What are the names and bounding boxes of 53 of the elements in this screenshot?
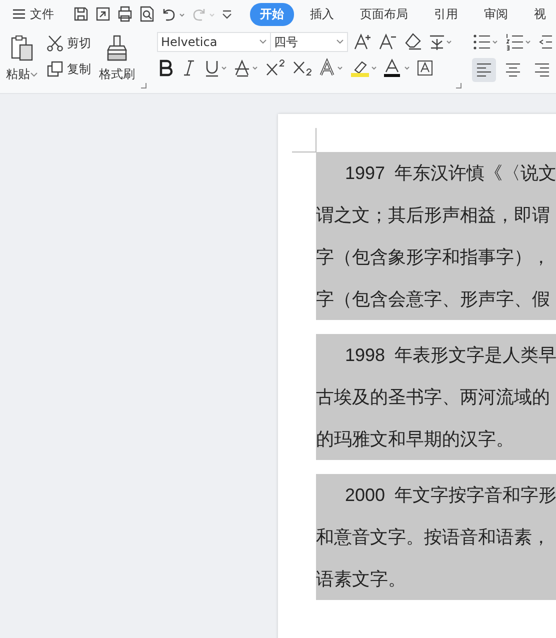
paragraph-line: 字（包含象形字和指事字）， xyxy=(316,246,550,269)
character-border-icon[interactable] xyxy=(416,58,434,78)
save-icon[interactable] xyxy=(72,5,90,23)
cut-button[interactable]: 剪切 xyxy=(44,32,93,54)
paintbrush-icon xyxy=(105,34,129,62)
paragraph-line: 2000 年文字按字音和字形 xyxy=(345,484,556,507)
print-preview-icon[interactable] xyxy=(138,5,156,23)
text-effect-icon[interactable] xyxy=(319,58,345,78)
paragraph-line: 1997 年东汉许慎《〈说文 xyxy=(345,162,556,185)
bold-icon[interactable] xyxy=(157,58,175,78)
file-menu[interactable]: 文件 xyxy=(8,4,58,24)
margin-corner-mark xyxy=(292,128,318,154)
superscript-icon[interactable] xyxy=(265,58,287,78)
scissors-icon xyxy=(46,34,64,52)
eraser-icon[interactable] xyxy=(403,32,423,52)
paragraph-line: 和意音文字。按语音和语素， xyxy=(316,526,550,549)
align-left-button[interactable] xyxy=(472,58,496,82)
ribbon-tab[interactable]: 引用 xyxy=(424,2,468,26)
paragraph-line: 字（包含会意字、形声字、假 xyxy=(316,288,550,311)
clipboard-icon xyxy=(9,34,35,62)
align-center-icon xyxy=(505,62,521,78)
shrink-font-icon[interactable] xyxy=(378,32,398,52)
copy-icon xyxy=(46,60,64,78)
font-size-field[interactable]: 四号 xyxy=(270,32,348,52)
menu-icon xyxy=(12,8,26,20)
format-painter-button[interactable]: 格式刷 xyxy=(97,32,137,93)
copy-button[interactable]: 复制 xyxy=(44,58,93,80)
bullet-list-icon[interactable] xyxy=(472,32,500,52)
print-icon[interactable] xyxy=(116,5,134,23)
grow-font-icon[interactable] xyxy=(353,32,373,52)
paste-button[interactable]: 粘贴 xyxy=(4,32,40,93)
font-color-icon[interactable] xyxy=(383,58,411,78)
ribbon-tab[interactable]: 插入 xyxy=(300,2,344,26)
dialog-launcher-icon[interactable] xyxy=(141,83,147,89)
paragraph-line: 1998 年表形文字是人类早 xyxy=(345,344,556,367)
paragraph-line: 语素文字。 xyxy=(316,568,406,591)
underline-icon[interactable] xyxy=(203,58,229,78)
font-name-field[interactable]: Helvetica xyxy=(157,32,271,52)
export-icon[interactable] xyxy=(94,5,112,23)
ribbon-tab[interactable]: 视 xyxy=(524,2,556,26)
caret-icon xyxy=(336,39,344,45)
paragraph-line: 谓之文；其后形声相益，即谓 xyxy=(316,204,550,227)
align-left-icon xyxy=(476,62,492,78)
ribbon-tab[interactable]: 页面布局 xyxy=(350,2,418,26)
strikethrough-icon[interactable] xyxy=(234,58,260,78)
paragraph-line: 古埃及的圣书字、两河流域的 xyxy=(316,386,550,409)
numbered-list-icon[interactable] xyxy=(505,32,533,52)
paragraph-line: 的玛雅文和早期的汉字。 xyxy=(316,428,514,451)
dialog-launcher-icon[interactable] xyxy=(456,83,462,89)
align-right-icon xyxy=(534,62,550,78)
caret-icon xyxy=(259,39,267,45)
ribbon-tab[interactable]: 审阅 xyxy=(474,2,518,26)
caret-icon xyxy=(30,72,38,78)
